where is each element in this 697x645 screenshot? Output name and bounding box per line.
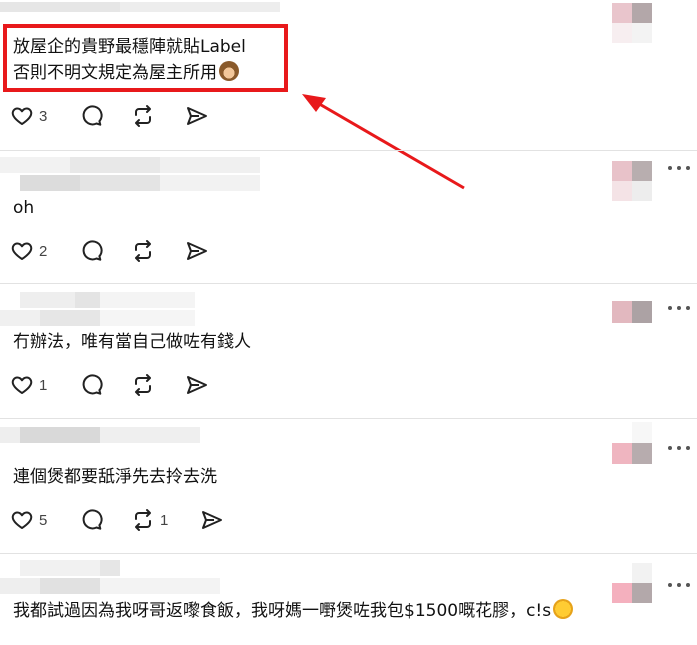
- comment-actions: 3: [10, 102, 230, 130]
- red-highlight-box: [3, 24, 288, 92]
- repost-button[interactable]: [131, 371, 155, 399]
- more-dots-icon: [668, 306, 672, 310]
- share-button[interactable]: [185, 237, 209, 265]
- crying-face-icon: [553, 599, 574, 619]
- comment-actions: 5 1: [10, 506, 250, 534]
- username-blurred[interactable]: [0, 560, 220, 596]
- repost-button[interactable]: [131, 102, 155, 130]
- comment-bubble-icon: [82, 240, 103, 261]
- heart-icon: [11, 107, 33, 125]
- comment-5: 我都試過因為我呀哥返嚟食飯，我呀媽一嘢煲咗我包$1500嘅花膠，c!s: [0, 554, 697, 645]
- more-options-button[interactable]: [668, 443, 690, 453]
- more-options-button[interactable]: [668, 163, 690, 173]
- comment-2: oh 2: [0, 151, 697, 283]
- repost-button[interactable]: [131, 237, 155, 265]
- heart-icon: [11, 242, 33, 260]
- repost-button[interactable]: 1: [131, 506, 168, 534]
- send-icon: [187, 376, 207, 394]
- like-button[interactable]: 2: [10, 237, 47, 265]
- comment-4: 連個煲都要舐淨先去拎去洗 5 1: [0, 419, 697, 553]
- avatar[interactable]: [612, 161, 652, 201]
- like-count: 3: [39, 107, 48, 125]
- like-button[interactable]: 5: [10, 506, 47, 534]
- avatar[interactable]: [612, 3, 652, 43]
- repost-icon: [135, 509, 151, 531]
- comment-1: 放屋企的貴野最穩陣就貼Label 否則不明文規定為屋主所用 3: [0, 0, 697, 190]
- comment-bubble-icon: [82, 374, 103, 395]
- like-button[interactable]: 3: [10, 102, 47, 130]
- like-count: 2: [39, 242, 48, 260]
- heart-icon: [11, 511, 33, 529]
- send-icon: [202, 511, 222, 529]
- comment-actions: 1: [10, 371, 230, 399]
- like-count: 5: [39, 511, 48, 529]
- comment-actions: 2: [10, 237, 230, 265]
- avatar[interactable]: [612, 563, 652, 603]
- heart-icon: [11, 376, 33, 394]
- like-count: 1: [39, 376, 48, 394]
- reply-button[interactable]: [80, 506, 104, 534]
- repost-icon: [135, 374, 151, 396]
- share-button[interactable]: [185, 371, 209, 399]
- avatar[interactable]: [612, 301, 652, 323]
- repost-count: 1: [160, 511, 169, 529]
- comment-text: 我都試過因為我呀哥返嚟食飯，我呀媽一嘢煲咗我包$1500嘅花膠，c!s: [13, 598, 574, 624]
- comment-3: 冇辦法，唯有當自己做咗有錢人 1: [0, 284, 697, 418]
- share-button[interactable]: [200, 506, 224, 534]
- repost-icon: [135, 240, 151, 262]
- reply-button[interactable]: [80, 237, 104, 265]
- username-blurred[interactable]: [0, 292, 195, 328]
- share-button[interactable]: [185, 102, 209, 130]
- more-dots-icon: [668, 166, 672, 170]
- username-blurred[interactable]: [0, 157, 260, 193]
- more-options-button[interactable]: [668, 303, 690, 313]
- comment-text: 冇辦法，唯有當自己做咗有錢人: [13, 332, 251, 352]
- reply-button[interactable]: [80, 102, 104, 130]
- repost-icon: [135, 105, 151, 127]
- comment-bubble-icon: [82, 105, 103, 126]
- reply-button[interactable]: [80, 371, 104, 399]
- send-icon: [187, 107, 207, 125]
- comment-text: oh: [13, 198, 35, 218]
- send-icon: [187, 242, 207, 260]
- comment-bubble-icon: [82, 509, 103, 530]
- like-button[interactable]: 1: [10, 371, 47, 399]
- comment-text: 連個煲都要舐淨先去拎去洗: [13, 467, 217, 487]
- more-dots-icon: [668, 583, 672, 587]
- more-options-button[interactable]: [668, 580, 690, 590]
- username-blurred[interactable]: [0, 427, 200, 463]
- avatar[interactable]: [612, 422, 652, 464]
- more-dots-icon: [668, 446, 672, 450]
